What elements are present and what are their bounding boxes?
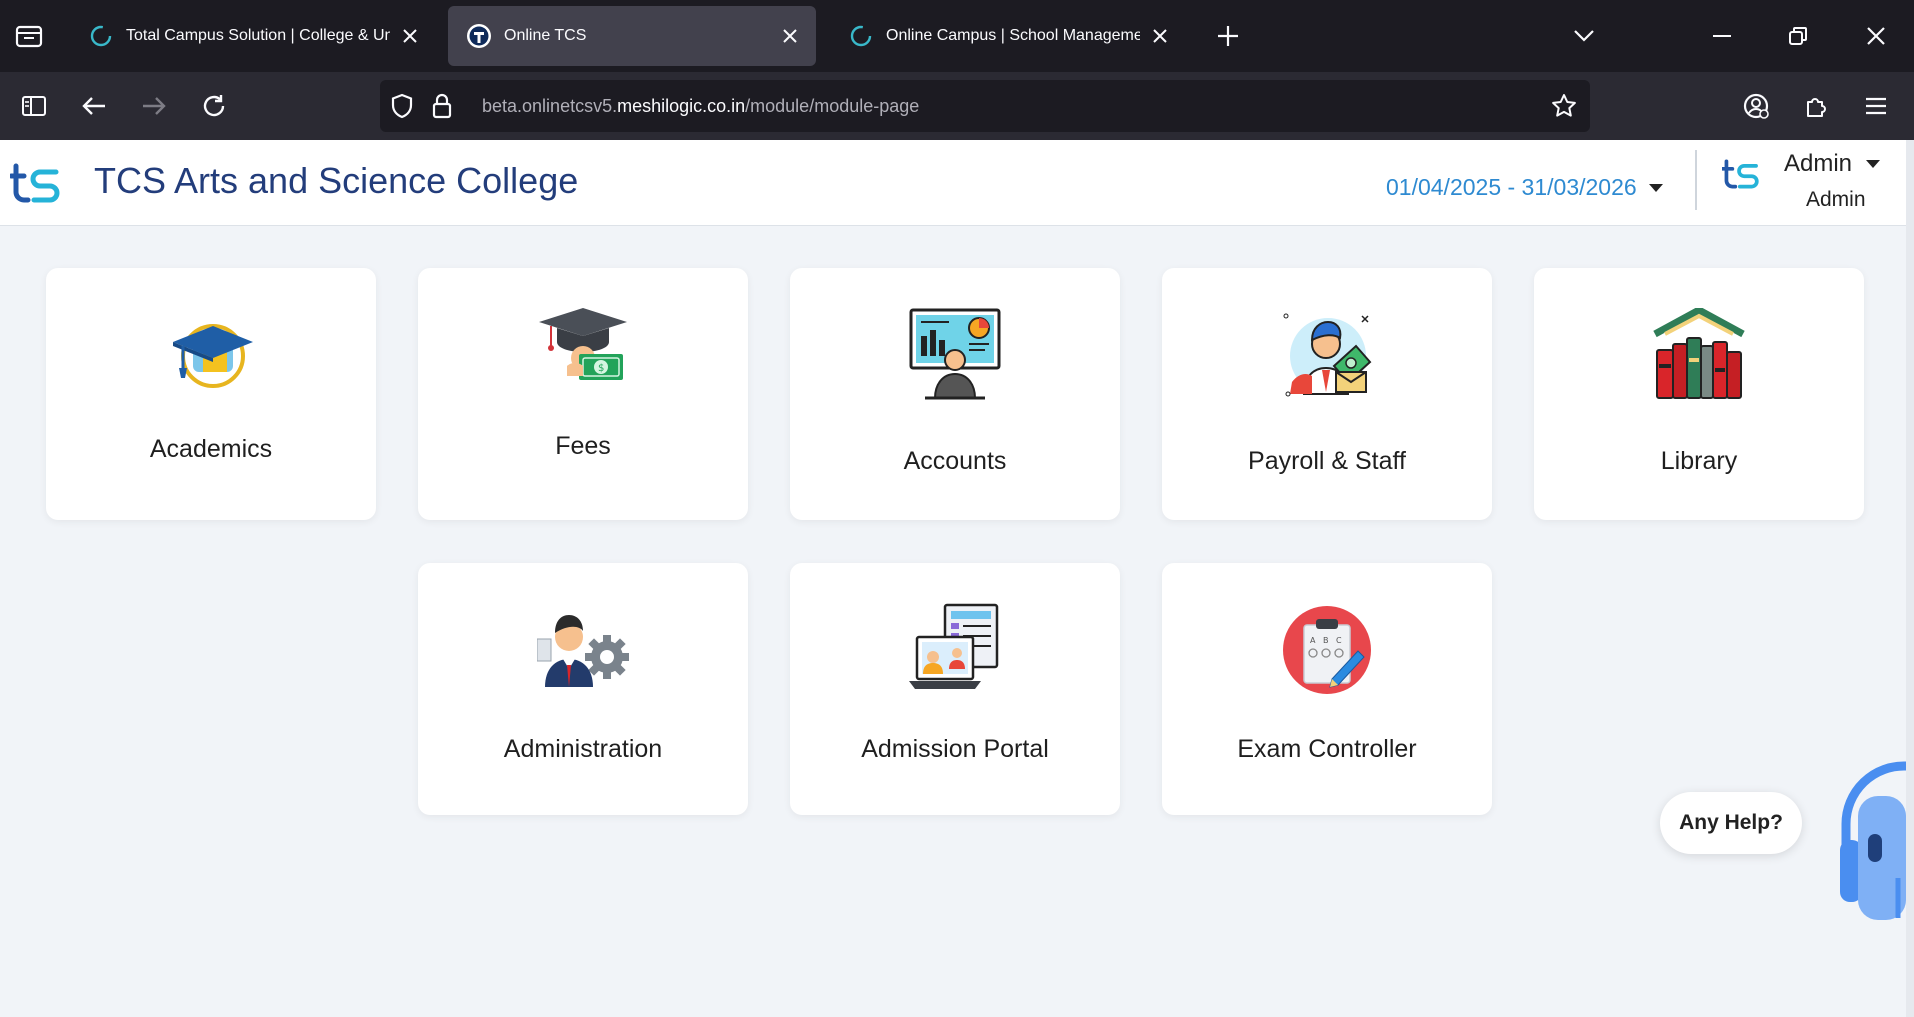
module-label: Academics xyxy=(149,435,273,463)
module-card-library[interactable]: Library xyxy=(1534,268,1864,520)
module-label: Accounts xyxy=(903,447,1007,475)
tab-list-icon xyxy=(15,25,43,48)
minimize-window-button[interactable] xyxy=(1704,18,1740,54)
graduation-cap-icon xyxy=(173,324,253,388)
lock-icon xyxy=(432,93,452,119)
financial-year-dropdown[interactable]: 01/04/2025 - 31/03/2026 xyxy=(1386,174,1663,201)
chevron-down-icon xyxy=(1574,30,1594,42)
module-label: Administration xyxy=(503,735,663,763)
sidebar-toggle-button[interactable] xyxy=(16,88,52,124)
restore-icon xyxy=(1789,27,1807,45)
svg-text:A: A xyxy=(1310,636,1316,645)
tab-title: Online TCS xyxy=(504,27,587,44)
user-menu-dropdown[interactable]: Admin xyxy=(1784,150,1881,178)
reload-icon xyxy=(203,95,225,117)
module-card-fees[interactable]: $ Fees xyxy=(418,268,748,520)
tcs-logo-icon[interactable] xyxy=(10,162,64,204)
tcs-favicon-icon xyxy=(467,24,491,48)
close-icon xyxy=(1867,27,1885,45)
tracking-protection-button[interactable] xyxy=(384,88,420,124)
fees-cap-money-icon: $ xyxy=(539,308,627,390)
user-role: Admin xyxy=(1806,188,1866,211)
reload-button[interactable] xyxy=(196,88,232,124)
extensions-button[interactable] xyxy=(1798,88,1834,124)
tab-title: Online Campus | School Management ERP xyxy=(886,27,1140,44)
close-window-button[interactable] xyxy=(1858,18,1894,54)
url-prefix: beta.onlinetcsv5. xyxy=(482,96,618,116)
tab-close-button[interactable] xyxy=(778,24,802,48)
list-all-tabs-button[interactable] xyxy=(1566,18,1602,54)
site-info-button[interactable] xyxy=(424,88,460,124)
browser-nav-bar: beta.onlinetcsv5.meshilogic.co.in/module… xyxy=(0,72,1914,140)
page-scrollbar[interactable] xyxy=(1906,140,1914,1017)
tab-title: Total Campus Solution | College & Univer… xyxy=(126,27,390,44)
minimize-icon xyxy=(1713,35,1731,37)
close-icon xyxy=(1153,29,1167,43)
module-card-admission-portal[interactable]: Admission Portal xyxy=(790,563,1120,815)
app-menu-button[interactable] xyxy=(1858,88,1894,124)
administrator-gear-icon xyxy=(537,615,629,687)
shield-icon xyxy=(391,93,413,119)
user-name: Admin xyxy=(1784,150,1853,177)
date-range-text: 01/04/2025 - 31/03/2026 xyxy=(1386,174,1637,200)
arrow-left-icon xyxy=(82,97,105,115)
admission-laptop-icon xyxy=(909,603,999,689)
module-label: Exam Controller xyxy=(1237,735,1417,763)
user-avatar-logo-icon xyxy=(1722,159,1759,189)
module-label: Payroll & Staff xyxy=(1248,447,1406,475)
caret-down-icon xyxy=(1866,160,1881,168)
url-path: /module/module-page xyxy=(745,96,920,116)
svg-text:C: C xyxy=(1336,636,1342,645)
loading-spinner-icon xyxy=(850,25,872,47)
account-button[interactable] xyxy=(1738,88,1774,124)
plus-icon xyxy=(1218,26,1238,46)
accounts-presentation-icon xyxy=(909,308,1001,400)
help-chat-bubble[interactable]: Any Help? xyxy=(1660,792,1802,854)
tab-total-campus[interactable]: Total Campus Solution | College & Univer… xyxy=(70,6,436,66)
module-label: Fees xyxy=(555,432,611,460)
svg-text:$: $ xyxy=(598,363,604,374)
back-button[interactable] xyxy=(76,88,112,124)
close-icon xyxy=(403,29,417,43)
module-label: Library xyxy=(1660,447,1738,475)
loading-spinner-icon xyxy=(90,25,112,47)
module-card-exam-controller[interactable]: A B C Exam Controller xyxy=(1162,563,1492,815)
tab-online-campus[interactable]: Online Campus | School Management ERP xyxy=(830,6,1186,66)
module-card-payroll-staff[interactable]: Payroll & Staff xyxy=(1162,268,1492,520)
payroll-staff-icon xyxy=(1283,313,1372,397)
college-name: TCS Arts and Science College xyxy=(94,160,579,201)
address-bar[interactable]: beta.onlinetcsv5.meshilogic.co.in/module… xyxy=(380,80,1590,132)
library-books-icon xyxy=(1653,308,1745,399)
url-host: meshilogic.co.in xyxy=(617,96,746,116)
help-label: Any Help? xyxy=(1679,811,1783,834)
exam-clipboard-icon: A B C xyxy=(1283,606,1371,694)
close-icon xyxy=(783,29,797,43)
header-divider xyxy=(1695,150,1697,210)
bookmark-button[interactable] xyxy=(1546,88,1582,124)
arrow-right-icon xyxy=(143,97,166,115)
module-label: Admission Portal xyxy=(861,735,1049,763)
new-tab-button[interactable] xyxy=(1210,18,1246,54)
account-icon xyxy=(1743,93,1769,119)
browser-tab-bar: Total Campus Solution | College & Univer… xyxy=(0,0,1914,72)
sidebar-icon xyxy=(22,96,46,116)
tab-online-tcs[interactable]: Online TCS xyxy=(448,6,816,66)
puzzle-icon xyxy=(1807,98,1826,117)
forward-button[interactable] xyxy=(136,88,172,124)
url-text[interactable]: beta.onlinetcsv5.meshilogic.co.in/module… xyxy=(482,80,919,132)
star-icon xyxy=(1552,94,1576,117)
tab-close-button[interactable] xyxy=(1148,24,1172,48)
support-headset-icon[interactable] xyxy=(1838,758,1906,938)
app-header: TCS Arts and Science College 01/04/2025 … xyxy=(0,140,1906,226)
svg-text:B: B xyxy=(1323,636,1329,645)
caret-down-icon xyxy=(1648,183,1663,192)
tab-close-button[interactable] xyxy=(398,24,422,48)
module-card-accounts[interactable]: Accounts xyxy=(790,268,1120,520)
tab-overview-button[interactable] xyxy=(0,0,58,72)
restore-window-button[interactable] xyxy=(1780,18,1816,54)
hamburger-menu-icon xyxy=(1866,97,1886,115)
module-card-administration[interactable]: Administration xyxy=(418,563,748,815)
module-card-academics[interactable]: Academics xyxy=(46,268,376,520)
